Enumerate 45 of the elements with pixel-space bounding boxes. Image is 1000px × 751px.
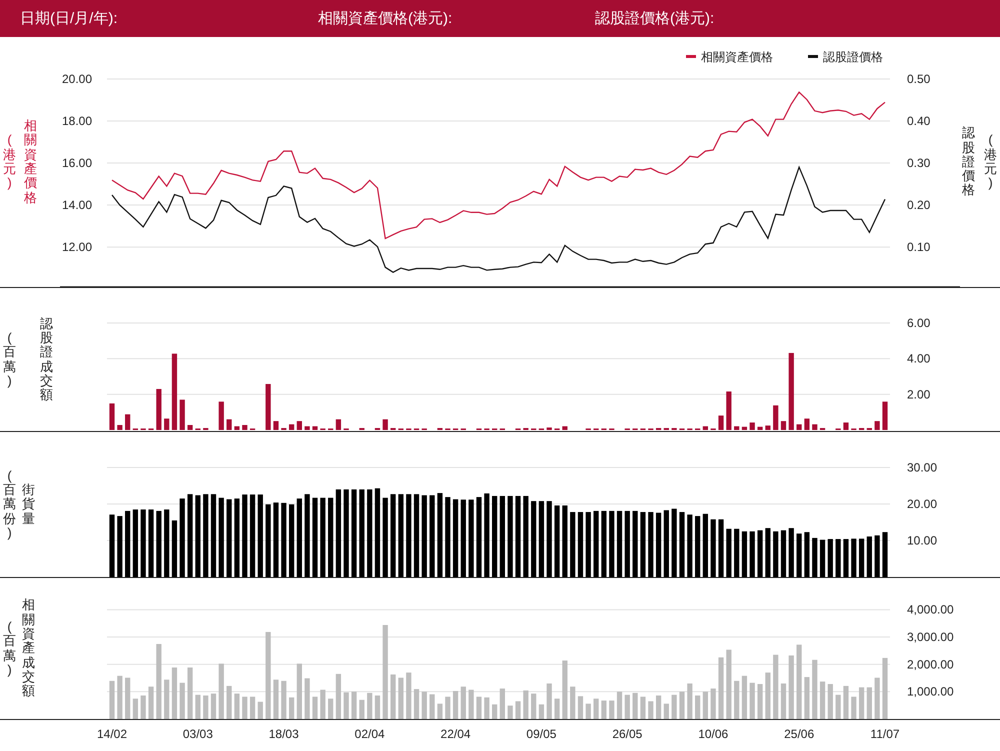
axis-tick-label: 14/02 xyxy=(96,727,128,741)
axis-tick-label: 3,000.00 xyxy=(907,630,954,644)
legend-label: 相關資產價格 xyxy=(701,50,773,64)
axis-unit: (百萬) xyxy=(3,330,16,388)
axis-tick-label: 25/06 xyxy=(784,727,814,741)
axis-unit: (百萬) xyxy=(3,620,16,678)
header-label: 相關資產價格(港元): xyxy=(318,9,454,28)
axis-tick-label: 20.00 xyxy=(62,72,92,86)
axis-tick-label: 0.40 xyxy=(907,114,930,128)
axis-tick-label: 09/05 xyxy=(526,727,556,741)
axis-tick-label: 11/07 xyxy=(870,727,900,741)
axis-tick-label: 0.30 xyxy=(907,156,930,170)
axis-tick-label: 1,000.00 xyxy=(907,684,954,699)
axis-tick-label: 10/06 xyxy=(698,727,728,741)
axis-tick-label: 4.00 xyxy=(907,352,930,366)
axis-tick-label: 03/03 xyxy=(182,727,213,741)
axis-tick-label: 18.00 xyxy=(62,114,92,128)
axis-title: 相關資產成交額 xyxy=(22,598,35,699)
axis-title: 認股證價格 xyxy=(962,126,975,198)
axis-tick-label: 10.00 xyxy=(907,534,938,548)
axis-tick-label: 12.00 xyxy=(62,240,92,254)
axis-tick-label: 4,000.00 xyxy=(907,602,954,617)
axis-tick-label: 6.00 xyxy=(907,316,930,330)
header-label: 認股證價格(港元): xyxy=(595,9,714,28)
axis-tick-label: 14.00 xyxy=(62,198,92,212)
axis-tick-label: 20.00 xyxy=(907,497,938,511)
axis-tick-label: 22/04 xyxy=(440,727,471,741)
axis-tick-label: 16.00 xyxy=(62,156,92,170)
axis-tick-label: 2.00 xyxy=(907,387,930,402)
axis-tick-label: 02/04 xyxy=(354,727,385,741)
axis-unit: (百萬份) xyxy=(3,468,16,540)
axis-tick-label: 26/05 xyxy=(612,727,642,741)
axis-tick-label: 0.10 xyxy=(907,240,930,254)
axis-tick-label: 2,000.00 xyxy=(907,657,954,672)
axis-tick-label: 0.20 xyxy=(907,198,930,212)
axis-title: 認股證成交額 xyxy=(40,316,53,402)
axis-tick-label: 0.50 xyxy=(907,72,930,86)
legend-label: 認股證價格 xyxy=(823,50,883,64)
axis-title: 街貨量 xyxy=(22,483,35,526)
header-label: 日期(日/月/年): xyxy=(20,9,118,28)
axis-tick-label: 30.00 xyxy=(907,460,938,474)
axis-tick-label: 18/03 xyxy=(268,727,299,741)
axis-unit: (港元) xyxy=(3,133,16,191)
axis-unit: (港元) xyxy=(984,133,997,191)
axis-title: 相關資產價格 xyxy=(24,119,37,205)
